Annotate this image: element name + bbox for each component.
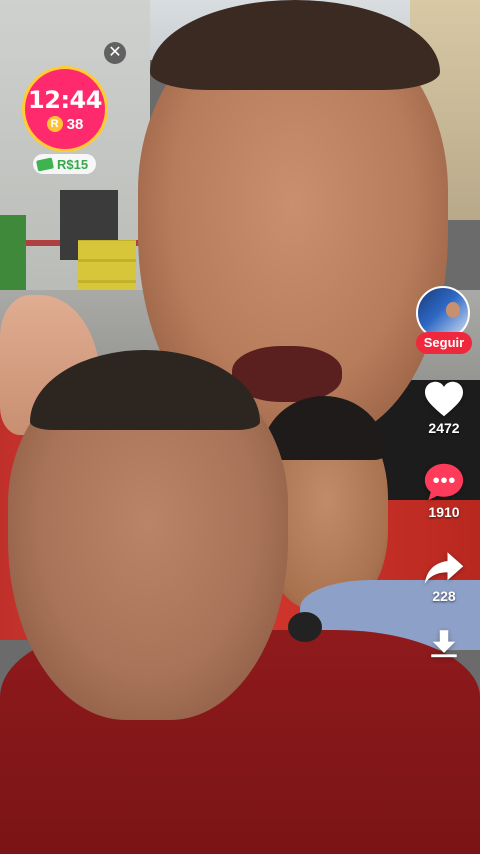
comment-icon (424, 463, 464, 501)
download-icon (431, 630, 457, 658)
money-label: R$15 (57, 156, 89, 172)
money-badge[interactable]: R$15 (33, 154, 97, 174)
download-button[interactable] (414, 628, 474, 658)
microphone (288, 612, 322, 642)
cash-icon (36, 156, 54, 172)
close-button[interactable]: ✕ (104, 42, 126, 64)
coin-count: 38 (66, 115, 84, 133)
share-arrow-icon (424, 552, 464, 584)
coin-icon: R (46, 116, 63, 132)
green-wall (0, 215, 26, 295)
share-button[interactable]: 228 (414, 550, 474, 604)
close-icon: ✕ (108, 44, 122, 61)
like-button[interactable]: 2472 (414, 380, 474, 436)
timer-coins: R 38 (46, 115, 84, 133)
like-count: 2472 (428, 420, 460, 436)
timer-time: 12:44 (28, 85, 102, 114)
comment-count: 1910 (428, 504, 460, 520)
heart-icon (425, 381, 463, 417)
comment-button[interactable]: 1910 (414, 462, 474, 520)
share-count: 228 (432, 588, 456, 604)
follow-button[interactable]: Seguir (416, 332, 472, 354)
reward-timer[interactable]: 12:44 R 38 (22, 66, 108, 152)
